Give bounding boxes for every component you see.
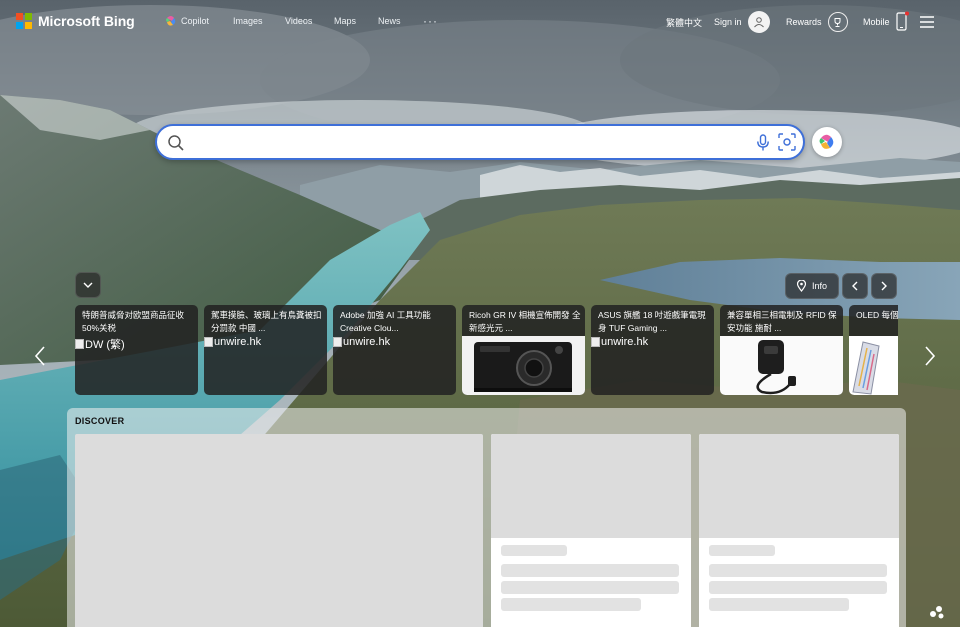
rewards-button[interactable]: Rewards — [786, 9, 848, 35]
bing-logo[interactable]: Microsoft Bing — [16, 13, 135, 29]
placeholder-image — [491, 434, 691, 538]
placeholder-line — [501, 545, 567, 556]
news-card-title: 特朗普威脅对欧盟商品征收50%关税 — [82, 310, 185, 333]
previous-image-button[interactable] — [842, 273, 868, 299]
placeholder-line — [709, 598, 849, 611]
copilot-search-button[interactable] — [812, 127, 842, 157]
news-card-title: Ricoh GR IV 相機宣佈開發 全新感光元 ... — [469, 310, 581, 333]
phone-icon — [895, 11, 909, 31]
broken-image-icon — [333, 337, 342, 347]
avatar-icon — [747, 11, 770, 33]
source-label: unwire.hk — [343, 336, 391, 348]
camera-image — [462, 336, 585, 395]
feed-placeholder-large — [75, 434, 483, 627]
nav-label: Maps — [334, 16, 357, 26]
news-card-title: 駕車摸臉、玻璃上有鳥糞被扣分罰款 中國 ... — [211, 310, 322, 333]
chevron-right-icon — [881, 281, 887, 291]
nav-label: Copilot — [181, 16, 210, 26]
broken-image-icon — [204, 337, 213, 347]
rewards-label: Rewards — [786, 17, 822, 27]
top-header: Microsoft Bing Copilot Images Videos Map… — [0, 0, 960, 44]
language-link[interactable]: 繁體中文 — [666, 9, 702, 35]
news-carousel: 特朗普威脅对欧盟商品征收50%关税 DW (繁) 駕車摸臉、玻璃上有鳥糞被扣分罰… — [75, 305, 898, 395]
placeholder-line — [501, 564, 679, 577]
news-card-source: unwire.hk — [333, 336, 390, 348]
source-label: unwire.hk — [601, 336, 649, 348]
carousel-left-arrow-icon[interactable] — [34, 345, 46, 367]
placeholder-line — [709, 581, 887, 594]
source-label: unwire.hk — [214, 336, 262, 348]
discover-title: DISCOVER — [75, 416, 125, 426]
news-card-source: DW (繁) — [75, 336, 125, 352]
placeholder-line — [709, 564, 887, 577]
visual-search-icon[interactable] — [778, 133, 796, 151]
news-card[interactable]: ASUS 旗艦 18 吋遊戲筆電現身 TUF Gaming ... unwire… — [591, 305, 714, 395]
mobile-button[interactable]: Mobile — [863, 9, 909, 35]
info-button[interactable]: Info — [785, 273, 839, 299]
nav-label: Videos — [285, 16, 313, 26]
brand-name: Microsoft Bing — [38, 13, 135, 29]
news-card-title: 兼容單相三相電制及 RFID 保安功能 施耐 ... — [727, 310, 837, 333]
collapse-button[interactable] — [75, 272, 101, 298]
mobile-label: Mobile — [863, 17, 890, 27]
microsoft-logo-icon — [16, 13, 32, 29]
feed-placeholder-card — [491, 434, 691, 627]
news-card[interactable]: Adobe 加強 AI 工具功能 Creative Clou... unwire… — [333, 305, 456, 395]
copilot-icon — [819, 134, 834, 149]
ev-charger-image — [720, 336, 843, 395]
broken-image-icon — [75, 339, 84, 349]
search-icon[interactable] — [167, 134, 185, 152]
nav-label: Images — [233, 16, 263, 26]
location-pin-icon — [796, 280, 806, 292]
discover-section: DISCOVER — [67, 408, 906, 627]
news-card[interactable]: Ricoh GR IV 相機宣佈開發 全新感光元 ... — [462, 305, 585, 395]
nav-images[interactable]: Images — [233, 16, 285, 26]
chevron-down-icon — [83, 282, 93, 288]
news-card[interactable]: 兼容單相三相電制及 RFID 保安功能 施耐 ... — [720, 305, 843, 395]
nav-copilot[interactable]: Copilot — [165, 15, 233, 27]
signin-button[interactable]: Sign in — [714, 9, 770, 35]
chevron-left-icon — [852, 281, 858, 291]
nav-videos[interactable]: Videos — [285, 16, 334, 26]
trophy-icon — [827, 12, 848, 32]
search-box — [155, 124, 805, 160]
feedback-icon[interactable] — [928, 604, 946, 620]
nav-more-button[interactable]: ··· — [423, 15, 438, 27]
news-card[interactable]: 駕車摸臉、玻璃上有鳥糞被扣分罰款 中國 ... unwire.hk — [204, 305, 327, 395]
info-label: Info — [811, 281, 827, 291]
placeholder-line — [501, 598, 641, 611]
feed-placeholder-card — [699, 434, 899, 627]
carousel-right-arrow-icon[interactable] — [924, 345, 936, 367]
microphone-icon[interactable] — [756, 134, 770, 152]
news-card-source: unwire.hk — [591, 336, 648, 348]
copilot-icon — [166, 16, 176, 26]
news-card-title: Adobe 加強 AI 工具功能 Creative Clou... — [340, 310, 431, 333]
hamburger-icon[interactable] — [920, 9, 936, 35]
nav-news[interactable]: News — [378, 16, 423, 26]
nav-maps[interactable]: Maps — [334, 16, 378, 26]
search-input[interactable] — [195, 130, 745, 154]
oled-panel-image — [849, 336, 898, 395]
news-card[interactable]: 特朗普威脅对欧盟商品征收50%关税 DW (繁) — [75, 305, 198, 395]
news-card-title: OLED 每個像素 音 韓國開發 — [856, 310, 898, 320]
placeholder-line — [709, 545, 775, 556]
source-label: DW (繁) — [85, 339, 125, 351]
next-image-button[interactable] — [871, 273, 897, 299]
signin-label: Sign in — [714, 17, 742, 27]
top-nav: Copilot Images Videos Maps News ··· — [165, 15, 438, 27]
news-card-source: unwire.hk — [204, 336, 261, 348]
placeholder-image — [699, 434, 899, 538]
news-card-title: ASUS 旗艦 18 吋遊戲筆電現身 TUF Gaming ... — [598, 310, 706, 333]
news-card[interactable]: OLED 每個像素 音 韓國開發 — [849, 305, 898, 395]
broken-image-icon — [591, 337, 600, 347]
nav-label: News — [378, 16, 401, 26]
placeholder-line — [501, 581, 679, 594]
